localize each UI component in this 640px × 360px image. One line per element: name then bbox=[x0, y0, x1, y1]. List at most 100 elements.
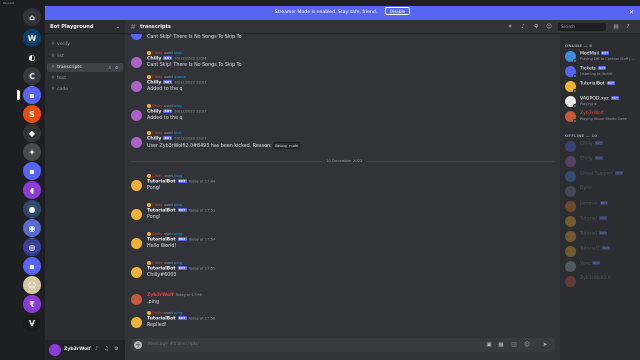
inbox-icon[interactable]: ▤ bbox=[612, 23, 620, 31]
avatar[interactable] bbox=[131, 137, 142, 148]
author-name[interactable]: TutorialBot bbox=[147, 317, 176, 322]
server-icon[interactable]: ◆ bbox=[23, 124, 41, 142]
channel-item-verify[interactable]: # verify bbox=[47, 40, 123, 49]
member-item[interactable]: TutorialBot BOT bbox=[563, 80, 638, 93]
member-item[interactable]: Tickets BOT Listening to /ticket bbox=[563, 65, 638, 78]
gear-icon[interactable]: ⚙ bbox=[113, 346, 120, 354]
reply-preview[interactable]: Chilly used ping bbox=[147, 202, 182, 207]
member-name: ModMail bbox=[580, 51, 600, 57]
close-icon[interactable]: ✕ bbox=[629, 6, 634, 20]
member-item-offline[interactable]: Dyno bbox=[563, 185, 638, 198]
server-icon[interactable]: C bbox=[23, 67, 41, 85]
channel-item-code[interactable]: # code bbox=[47, 85, 123, 94]
server-icon[interactable]: ☺ bbox=[23, 276, 41, 294]
channel-item-list[interactable]: # list bbox=[47, 52, 123, 61]
message-text: Cant Skip! There Is No Songs To Skip To bbox=[147, 63, 242, 68]
server-icon[interactable]: ▪ bbox=[23, 257, 41, 275]
chevron-down-icon: ⌄ bbox=[115, 24, 120, 30]
reply-preview[interactable]: Chilly used ping bbox=[147, 260, 182, 265]
member-item-offline[interactable]: Zyb3rWolf2.0 bbox=[563, 275, 638, 288]
date-divider: 10 December 2022 bbox=[130, 158, 555, 164]
discord-home-icon[interactable]: ⌂ bbox=[23, 8, 41, 26]
avatar[interactable] bbox=[131, 110, 142, 121]
server-icon[interactable]: ● bbox=[23, 200, 41, 218]
members-icon[interactable]: ☺ bbox=[545, 23, 553, 31]
reply-preview[interactable]: Chilly used ping bbox=[147, 310, 182, 315]
author-name[interactable]: Zyb3rWolf bbox=[147, 293, 174, 298]
server-icon[interactable]: ◖ bbox=[23, 181, 41, 199]
disable-button[interactable]: Disable bbox=[384, 7, 411, 15]
member-item[interactable]: Zyb3rWolf Playing Visual Studio Code bbox=[563, 110, 638, 123]
reply-preview[interactable]: Chilly used skip bbox=[147, 50, 182, 55]
reply-preview[interactable]: Chilly used play bbox=[147, 103, 182, 108]
member-item-offline[interactable]: Jammer BOT bbox=[563, 200, 638, 213]
search-input[interactable]: Search bbox=[558, 23, 606, 31]
help-icon[interactable]: ? bbox=[624, 23, 632, 31]
headphones-icon[interactable]: ♫ bbox=[103, 346, 110, 354]
member-item-offline[interactable]: Chilly BOT bbox=[563, 155, 638, 168]
author-name[interactable]: Chilly bbox=[147, 110, 161, 115]
channel-item-transcripts[interactable]: # transcripts ♙ ⚙ bbox=[47, 63, 123, 72]
member-name: Chilly bbox=[580, 141, 593, 147]
member-item-offline[interactable]: Chilly BOT bbox=[563, 140, 638, 153]
server-icon[interactable]: ₹ bbox=[23, 295, 41, 313]
member-item-offline[interactable]: Tutorial BOT bbox=[563, 215, 638, 228]
user-avatar[interactable] bbox=[49, 344, 61, 356]
avatar[interactable] bbox=[131, 294, 142, 305]
member-item-offline[interactable]: Tutorial BOT bbox=[563, 230, 638, 243]
author-name[interactable]: Chilly bbox=[147, 137, 161, 142]
reply-preview[interactable]: Chilly used ping bbox=[147, 231, 182, 236]
gear-icon[interactable]: ⚙ bbox=[115, 63, 119, 72]
member-item-offline[interactable]: Vore BOT bbox=[563, 260, 638, 273]
server-icon[interactable]: ▪ bbox=[23, 162, 41, 180]
message-input[interactable]: Message #transcripts bbox=[148, 338, 198, 352]
gift-icon[interactable]: ▣ bbox=[485, 341, 493, 349]
avatar[interactable] bbox=[131, 209, 142, 220]
author-name[interactable]: TutorialBot bbox=[147, 209, 176, 214]
add-member-icon[interactable]: ♙ bbox=[108, 63, 112, 72]
author-name[interactable]: Chilly bbox=[147, 57, 161, 62]
server-icon-bot-playground[interactable]: ▪ bbox=[17, 86, 41, 104]
send-icon[interactable]: ➤ bbox=[541, 341, 549, 349]
date-divider-label: 10 December 2022 bbox=[323, 158, 366, 164]
avatar[interactable] bbox=[131, 267, 142, 278]
guild-header[interactable]: Bot Playground ⌄ bbox=[45, 20, 125, 34]
sticker-icon[interactable]: ◫ bbox=[510, 341, 518, 349]
threads-icon[interactable]: ⌗ bbox=[506, 23, 514, 31]
author-name[interactable]: TutorialBot bbox=[147, 267, 176, 272]
author-name[interactable]: TutorialBot bbox=[147, 238, 176, 243]
author-name[interactable]: TutorialBot bbox=[147, 180, 176, 185]
server-icon[interactable]: ◉ bbox=[23, 219, 41, 237]
reply-preview[interactable]: Chilly used queue bbox=[147, 74, 186, 79]
message: Chilly used ping TutorialBot BOT Today at 1… bbox=[125, 202, 555, 226]
avatar[interactable] bbox=[131, 238, 142, 249]
member-item[interactable]: VAGPOD.xyz BOT Playing ★ bbox=[563, 95, 638, 108]
server-icon[interactable]: ◐ bbox=[23, 48, 41, 66]
member-item-offline[interactable]: Cheat Support BOT bbox=[563, 170, 638, 183]
emoji-icon[interactable]: ☺ bbox=[523, 341, 531, 349]
avatar[interactable] bbox=[131, 57, 142, 68]
member-item-offline[interactable]: Tutorial2 BOT bbox=[563, 245, 638, 258]
server-icon[interactable]: ✦ bbox=[23, 143, 41, 161]
author-name[interactable]: Chilly bbox=[147, 81, 161, 86]
server-icon[interactable]: S bbox=[23, 105, 41, 123]
reply-preview[interactable]: Chilly used ping bbox=[147, 173, 182, 178]
avatar[interactable] bbox=[131, 180, 142, 191]
reply-preview[interactable]: Chilly used kick bbox=[147, 130, 182, 135]
bell-icon[interactable]: ♪ bbox=[519, 23, 527, 31]
avatar[interactable] bbox=[131, 81, 142, 92]
avatar[interactable] bbox=[131, 317, 142, 328]
member-name: Tickets bbox=[580, 66, 596, 72]
server-icon[interactable]: V bbox=[23, 314, 41, 332]
gif-icon[interactable]: ▦ bbox=[497, 341, 505, 349]
microphone-icon[interactable]: ♪ bbox=[93, 346, 100, 354]
server-icon[interactable]: W bbox=[23, 29, 41, 47]
member-item[interactable]: ModMail BOT Playing DM to Contact Staff | … bbox=[563, 50, 638, 63]
server-icon[interactable]: ◍ bbox=[23, 238, 41, 256]
avatar[interactable] bbox=[131, 34, 142, 40]
add-attachment-icon[interactable]: + bbox=[134, 341, 142, 349]
message-list: Cant Skip! There Is No Songs To Skip To C… bbox=[125, 34, 560, 334]
pin-icon[interactable]: ⚲ bbox=[532, 23, 540, 31]
member-name-row: Tutorial BOT bbox=[580, 231, 608, 237]
channel-item-text[interactable]: # text bbox=[47, 74, 123, 83]
